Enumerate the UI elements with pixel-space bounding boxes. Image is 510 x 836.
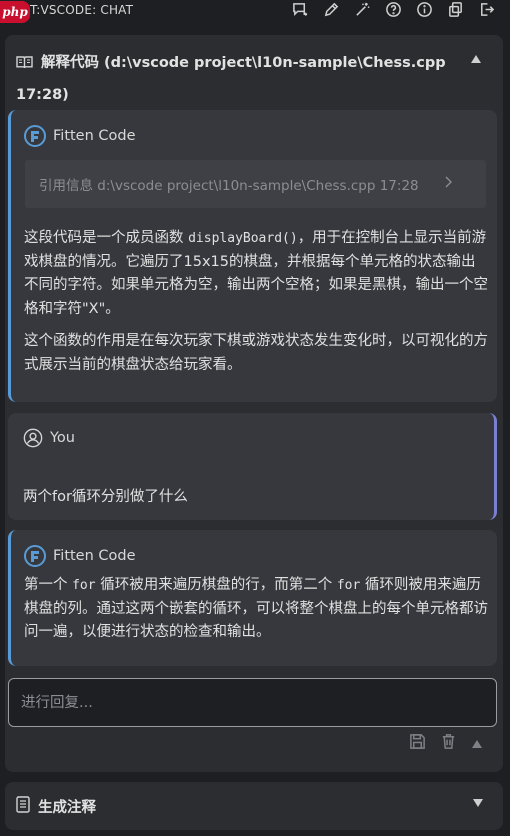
fitten-code-avatar-icon: [24, 125, 46, 147]
top-bar: php T:VSCODE: CHAT: [0, 0, 510, 30]
panel-title: 解释代码 (d:\vscode project\l10n-sample\Ches…: [16, 55, 446, 103]
sender-name: You: [50, 430, 75, 446]
text-span: 循环被用来遍历棋盘的行，而第二个: [95, 577, 337, 593]
message-header: You: [23, 428, 75, 448]
trash-icon[interactable]: [440, 733, 457, 754]
chat-history[interactable]: Fitten Code 引用信息 d:\vscode project\l10n-…: [8, 110, 500, 702]
inline-code: displayBoard(): [188, 231, 298, 246]
new-chat-icon[interactable]: [290, 0, 310, 18]
sender-name: Fitten Code: [53, 548, 136, 564]
inline-code: for: [336, 578, 361, 593]
send-icon[interactable]: [471, 739, 483, 749]
explain-code-panel: 解释代码 (d:\vscode project\l10n-sample\Ches…: [5, 35, 503, 772]
ai-message: Fitten Code 第一个 for 循环被用来遍历棋盘的行，而第二个 for…: [8, 530, 497, 666]
php-logo: php: [0, 1, 30, 23]
info-icon[interactable]: [414, 0, 434, 18]
collapse-icon[interactable]: [471, 55, 483, 65]
reference-info[interactable]: 引用信息 d:\vscode project\l10n-sample\Chess…: [25, 160, 486, 208]
view-title: T:VSCODE: CHAT: [30, 3, 134, 17]
inline-code: for: [72, 578, 96, 593]
expand-icon[interactable]: [473, 799, 483, 807]
input-actions: [409, 733, 483, 754]
user-message: You 两个for循环分别做了什么: [8, 413, 497, 520]
magic-wand-icon[interactable]: [352, 0, 372, 18]
generate-comments-panel[interactable]: 生成注释: [5, 782, 503, 830]
message-body: 这段代码是一个成员函数 displayBoard()，用于在控制台上显示当前游戏…: [24, 227, 488, 386]
message-header: Fitten Code: [24, 545, 136, 567]
paragraph: 这个函数的作用是在每次玩家下棋或游戏状态发生变化时，以可视化的方式展示当前的棋盘…: [24, 333, 488, 373]
export-icon[interactable]: [476, 0, 496, 18]
message-body: 两个for循环分别做了什么: [23, 489, 188, 505]
toolbar: [290, 0, 496, 18]
paragraph: 这段代码是一个成员函数 displayBoard()，用于在控制台上显示当前游戏…: [24, 227, 488, 321]
message-body: 第一个 for 循环被用来遍历棋盘的行，而第二个 for 循环则被用来遍历棋盘的…: [24, 574, 488, 654]
panel-title: 生成注释: [38, 800, 96, 816]
text-span: 这段代码是一个成员函数: [24, 230, 189, 246]
edit-icon[interactable]: [321, 0, 341, 18]
fitten-code-avatar-icon: [24, 545, 46, 567]
message-header: Fitten Code: [24, 125, 136, 147]
paragraph: 第一个 for 循环被用来遍历棋盘的行，而第二个 for 循环则被用来遍历棋盘的…: [24, 574, 488, 645]
sender-name: Fitten Code: [53, 128, 136, 144]
user-avatar-icon: [23, 428, 43, 448]
help-icon[interactable]: [383, 0, 403, 18]
ai-message: Fitten Code 引用信息 d:\vscode project\l10n-…: [8, 110, 497, 402]
save-icon[interactable]: [409, 733, 426, 754]
chevron-right-icon: [445, 176, 452, 188]
reply-input[interactable]: [8, 678, 497, 727]
document-icon: [16, 796, 30, 817]
text-span: 第一个: [24, 577, 73, 593]
panel-header: 生成注释: [16, 796, 96, 817]
panel-header[interactable]: 解释代码 (d:\vscode project\l10n-sample\Ches…: [16, 49, 456, 110]
reference-text: 引用信息 d:\vscode project\l10n-sample\Chess…: [39, 178, 419, 194]
book-icon: [16, 52, 33, 81]
copy-icon[interactable]: [445, 0, 465, 18]
